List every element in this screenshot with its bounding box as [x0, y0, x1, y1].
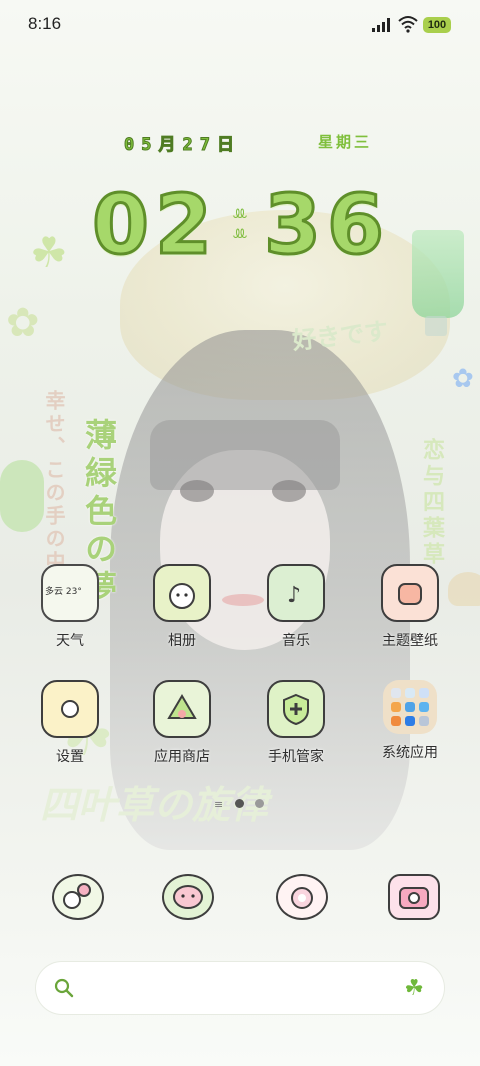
app-system-folder[interactable]: 系统应用: [360, 680, 460, 762]
messages-icon[interactable]: [162, 874, 214, 920]
app-label: 天气: [56, 633, 84, 649]
wallpaper-eye-left: [180, 480, 214, 502]
battery-indicator: 100: [423, 17, 451, 33]
page-menu-icon: ≡: [214, 798, 224, 811]
app-weather[interactable]: 多云 23° 天气: [20, 564, 120, 650]
signal-icon: [372, 18, 390, 32]
app-label: 设置: [56, 749, 84, 765]
page-dot-active: [235, 799, 244, 808]
app-label: 应用商店: [154, 749, 210, 765]
theme-icon: [381, 564, 439, 622]
wallpaper-vertical-right: 恋与四葉草: [419, 438, 445, 568]
bow-separator-icon: ꔛꔛ: [232, 204, 248, 243]
clock-hour: 02: [90, 177, 219, 275]
clover-icon[interactable]: ☘: [404, 976, 424, 1001]
app-gallery[interactable]: 相册: [132, 564, 232, 650]
app-label: 音乐: [282, 633, 310, 649]
weather-icon: 多云 23°: [41, 564, 99, 622]
folder-icon: [383, 680, 437, 734]
camera-icon[interactable]: [388, 874, 440, 920]
app-label: 系统应用: [382, 745, 438, 761]
clock-weekday: 星期三: [318, 133, 373, 151]
app-label: 手机管家: [268, 749, 324, 765]
search-input[interactable]: [84, 974, 388, 1004]
app-label: 相册: [168, 633, 196, 649]
wallpaper-bottom-text: 四叶草の旋律: [40, 782, 269, 827]
wallpaper-drink-base: [425, 316, 447, 336]
page-dot: [255, 799, 264, 808]
weather-widget-text: 多云 23°: [45, 587, 82, 597]
app-music[interactable]: ♪ 音乐: [246, 564, 346, 650]
status-bar: 8:16 100: [0, 0, 480, 50]
app-store[interactable]: 应用商店: [132, 680, 232, 766]
browser-icon[interactable]: [276, 874, 328, 920]
wallpaper-cactus: [0, 460, 44, 532]
app-label: 主题壁纸: [382, 633, 438, 649]
settings-icon: [41, 680, 99, 738]
search-bar[interactable]: ☘: [36, 962, 444, 1014]
phone-icon[interactable]: [52, 874, 104, 920]
clock-date: 05月27日: [124, 135, 241, 156]
wallpaper-drink: [412, 230, 464, 318]
search-icon: [54, 978, 74, 998]
music-icon: ♪: [267, 564, 325, 622]
wallpaper-bangs: [150, 420, 340, 490]
status-time: 8:16: [28, 14, 62, 33]
app-settings[interactable]: 设置: [20, 680, 120, 766]
gallery-icon: [153, 564, 211, 622]
wifi-icon: [398, 16, 418, 33]
app-security[interactable]: 手机管家: [246, 680, 346, 766]
app-theme[interactable]: 主题壁纸: [360, 564, 460, 650]
svg-text:♪: ♪: [287, 583, 301, 608]
flower-sticker-icon: ✿: [452, 364, 474, 394]
clock-minute: 36: [262, 177, 391, 275]
clover-sticker-icon: ☘: [30, 228, 68, 277]
wallpaper-eye-right: [272, 480, 306, 502]
bow-sticker-icon: ✿: [6, 300, 40, 346]
app-store-icon: [153, 680, 211, 738]
security-icon: [267, 680, 325, 738]
